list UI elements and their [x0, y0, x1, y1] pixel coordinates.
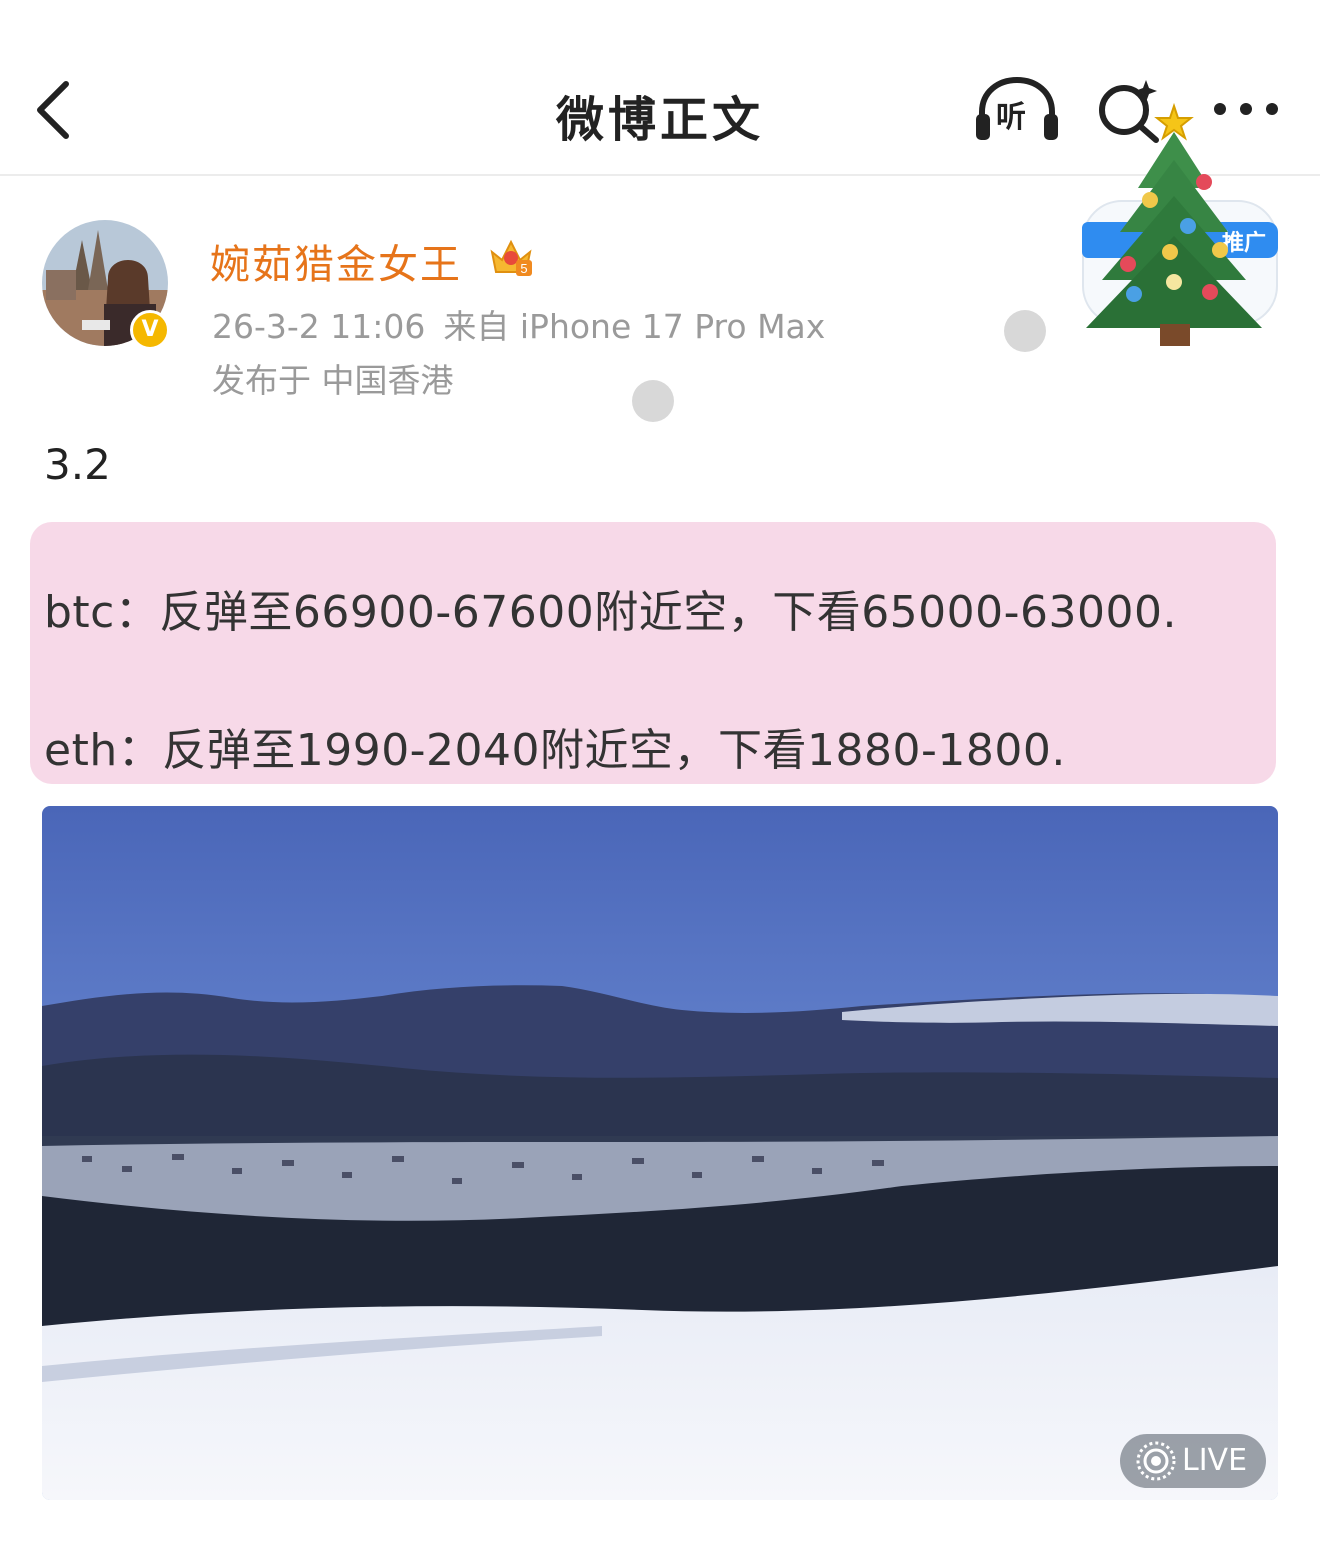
verified-badge: V [130, 310, 170, 350]
live-label: LIVE [1182, 1443, 1248, 1478]
floating-dot [1004, 310, 1046, 352]
post-text-date: 3.2 [44, 440, 111, 489]
listen-button[interactable]: 听 [974, 76, 1060, 142]
post-location: 发布于 中国香港 [212, 361, 454, 400]
post-image[interactable] [42, 806, 1278, 1500]
highlight-line-eth: eth：反弹至1990-2040附近空，下看1880-1800. [44, 725, 1066, 776]
christmas-tree-icon[interactable] [1070, 96, 1270, 352]
highlight-line-btc: btc：反弹至66900-67600附近空，下看65000-63000. [44, 587, 1177, 638]
live-photo-badge[interactable]: LIVE [1120, 1434, 1266, 1488]
listen-label: 听 [996, 100, 1026, 135]
member-level: 5 [520, 261, 527, 276]
highlight-block: btc：反弹至66900-67600附近空，下看65000-63000. eth… [30, 522, 1276, 784]
post-timestamp: 26-3-2 11:06 [212, 307, 426, 346]
floating-dot [632, 380, 674, 422]
author-name[interactable]: 婉茹猎金女王 [210, 232, 462, 290]
post-source: 来自 iPhone 17 Pro Max [443, 307, 826, 346]
snowy-mountain-village-photo [42, 806, 1278, 1500]
live-photo-icon [1136, 1441, 1176, 1481]
post-meta: 26-3-2 11:06 来自 iPhone 17 Pro Max [212, 300, 825, 348]
member-crown-icon[interactable]: 5 [488, 236, 534, 278]
